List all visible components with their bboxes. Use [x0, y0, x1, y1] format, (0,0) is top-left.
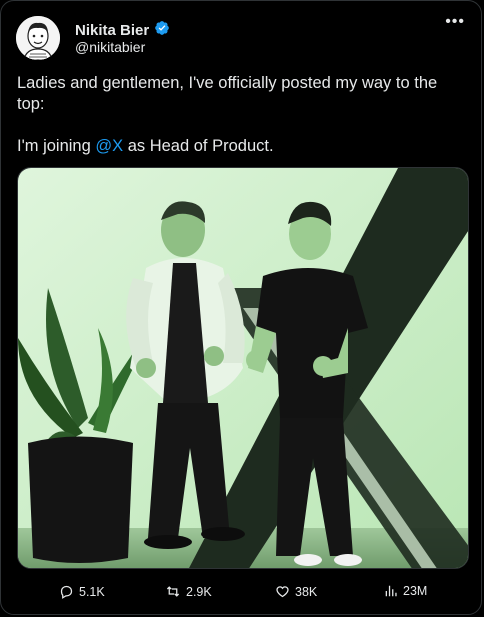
heart-icon: [275, 584, 290, 599]
tweet-photo[interactable]: [17, 167, 469, 569]
reply-button[interactable]: 5.1K: [59, 584, 105, 599]
view-count: 23M: [403, 584, 428, 598]
avatar[interactable]: [16, 16, 60, 60]
like-button[interactable]: 38K: [275, 584, 317, 599]
repost-button[interactable]: 2.9K: [165, 584, 212, 599]
tweet-card: Nikita Bier @nikitabier ••• Ladies and g…: [0, 0, 482, 615]
repost-count: 2.9K: [186, 584, 212, 599]
author-name-row: Nikita Bier: [75, 20, 170, 41]
action-bar: 5.1K 2.9K 38K 23M: [1, 584, 483, 606]
tweet-text: Ladies and gentlemen, I've officially po…: [17, 73, 462, 157]
tweet-line-2-prefix: I'm joining: [17, 137, 96, 155]
more-options-icon[interactable]: •••: [445, 13, 465, 31]
verified-badge-icon: [154, 20, 170, 41]
photo-illustration: [18, 168, 468, 568]
views-chart-icon: [384, 584, 398, 598]
author-handle[interactable]: @nikitabier: [75, 39, 145, 55]
views-button[interactable]: 23M: [384, 584, 427, 598]
tweet-line-2: I'm joining @X as Head of Product.: [17, 136, 462, 157]
reply-count: 5.1K: [79, 584, 105, 599]
reply-icon: [59, 584, 74, 599]
tweet-line-2-suffix: as Head of Product.: [123, 137, 274, 155]
tweet-line-1: Ladies and gentlemen, I've officially po…: [17, 74, 438, 113]
mention-link[interactable]: @X: [95, 137, 123, 155]
avatar-illustration: [16, 16, 60, 60]
author-name[interactable]: Nikita Bier: [75, 22, 149, 39]
repost-icon: [165, 584, 181, 599]
like-count: 38K: [295, 584, 318, 599]
